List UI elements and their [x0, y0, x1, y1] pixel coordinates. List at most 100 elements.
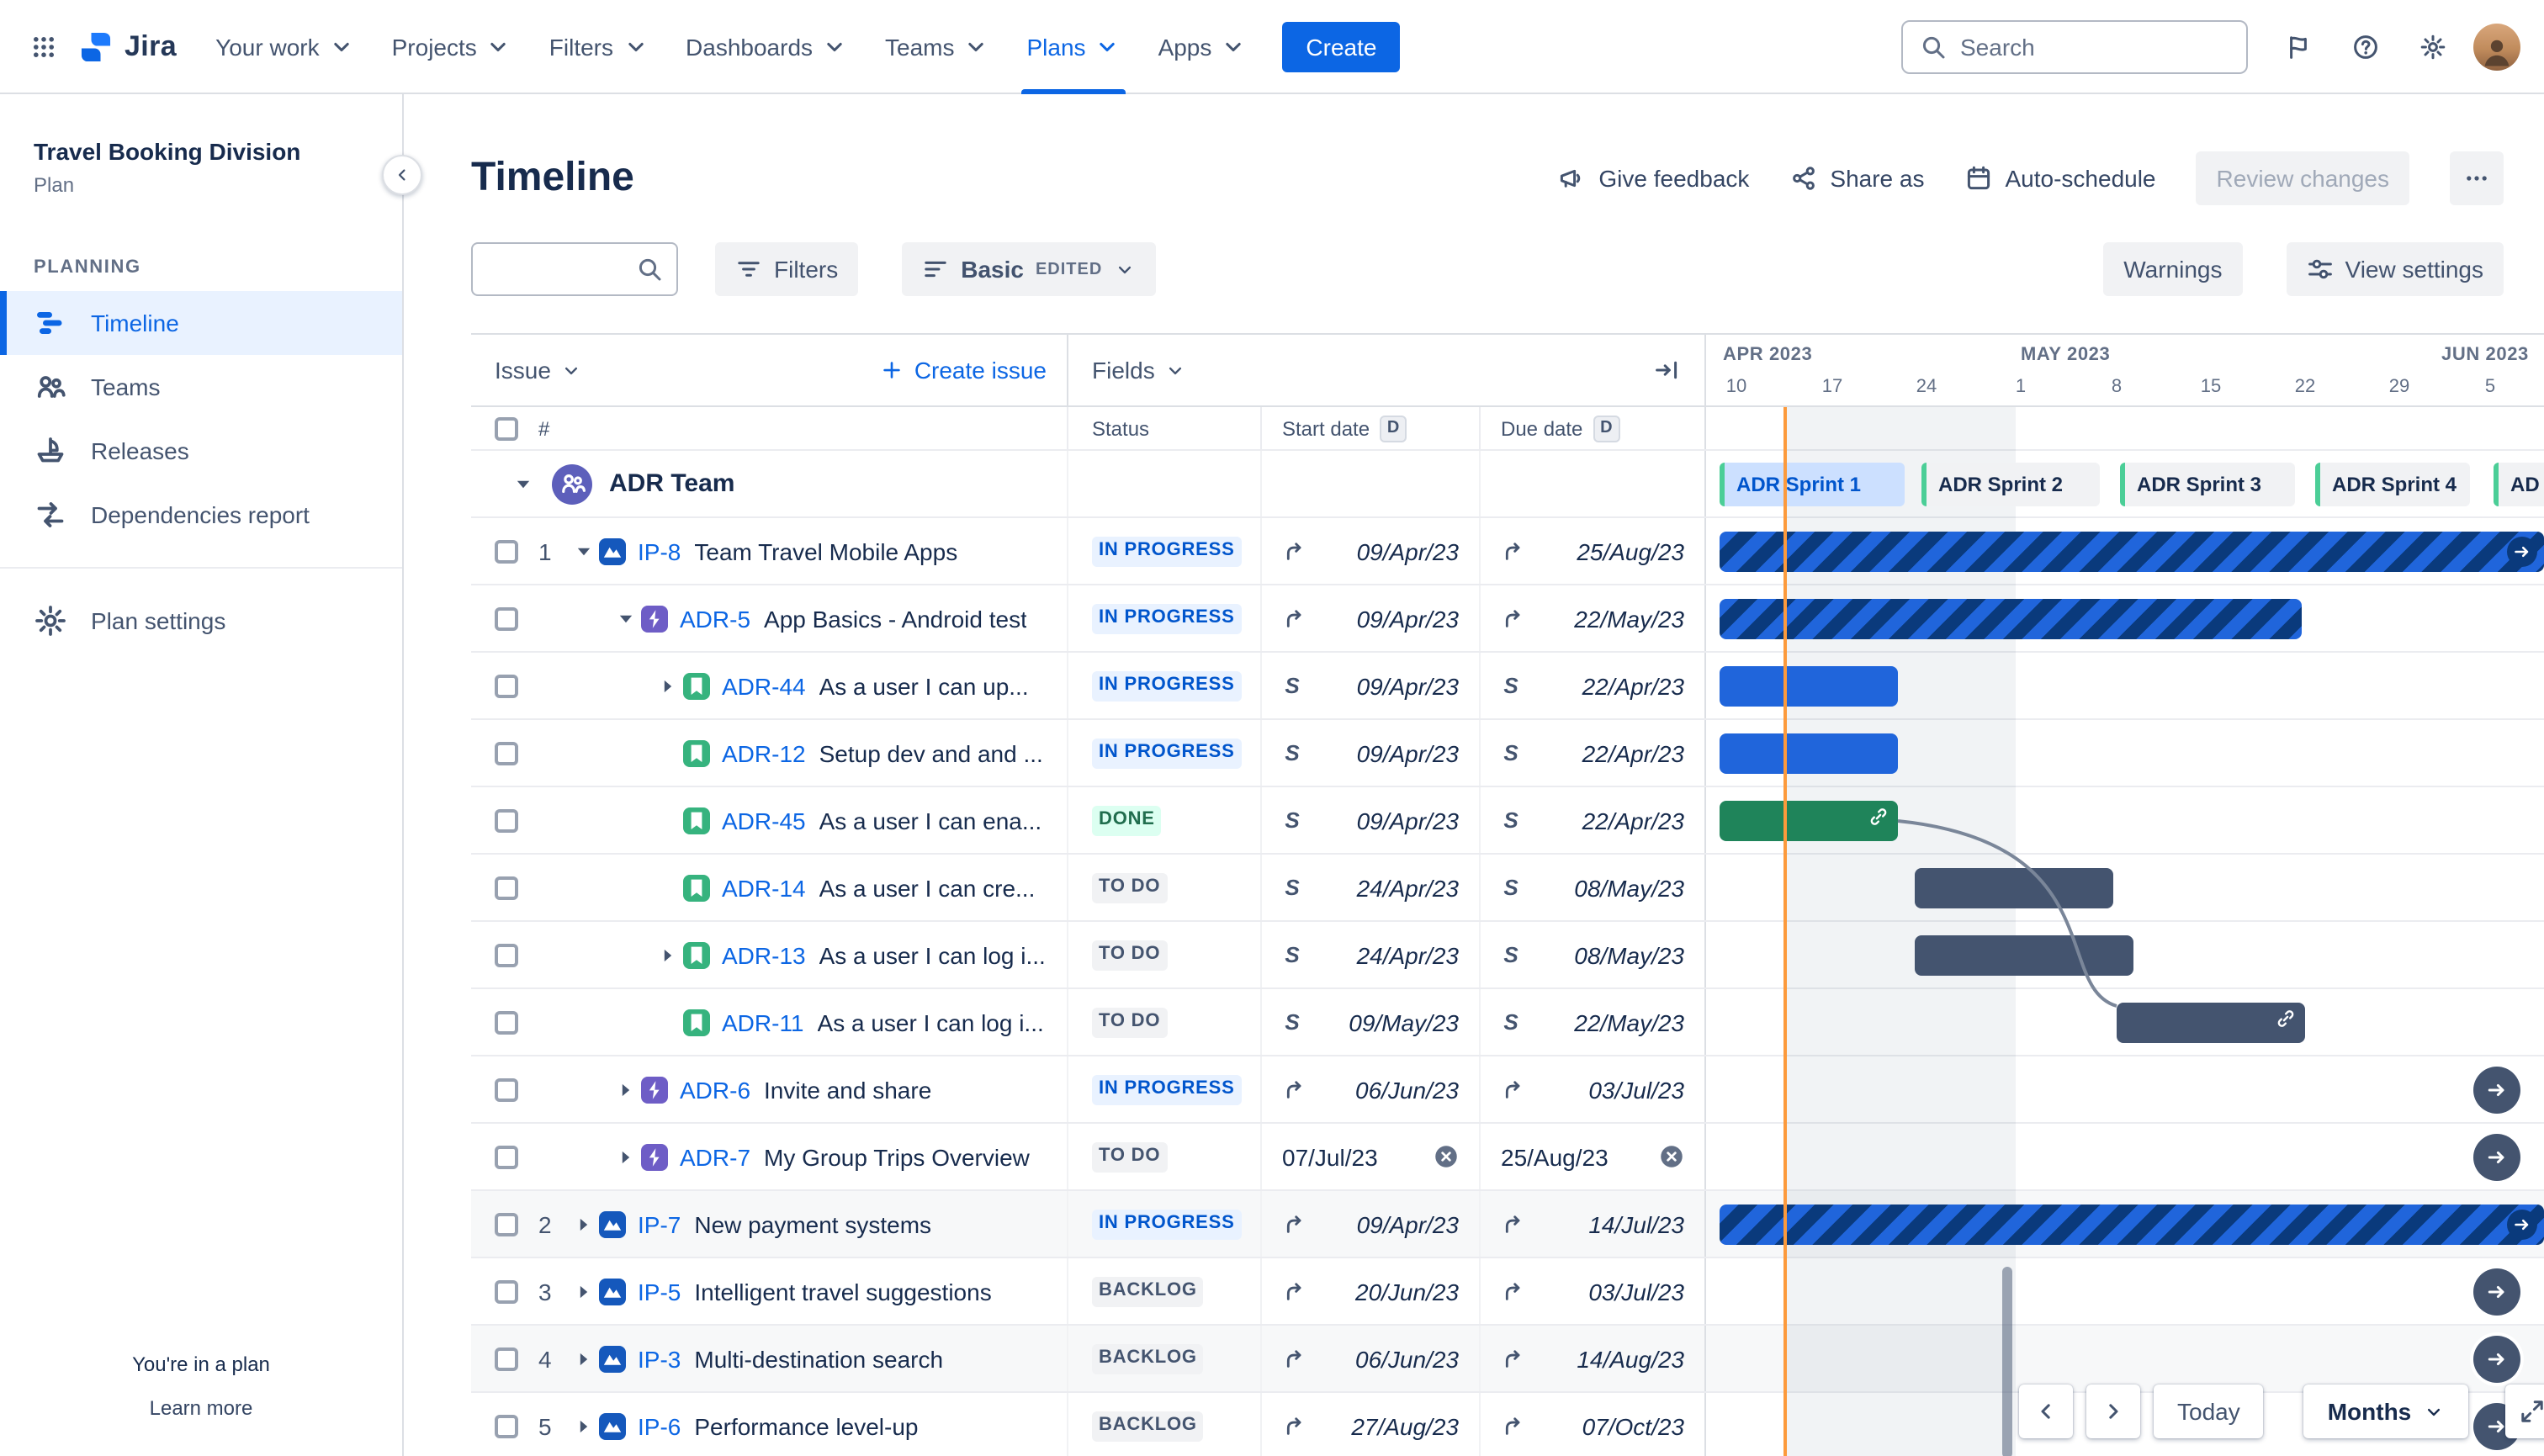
app-switcher-button[interactable]: [17, 19, 71, 73]
timeline-bar[interactable]: [1915, 868, 2113, 908]
row-checkbox[interactable]: [495, 943, 518, 966]
zoom-select[interactable]: Months: [2303, 1385, 2469, 1438]
row-checkbox[interactable]: [495, 1212, 518, 1236]
sidebar-item-releases[interactable]: Releases: [0, 418, 402, 482]
select-all-checkbox[interactable]: [495, 416, 518, 440]
issue-key-link[interactable]: IP-5: [638, 1278, 681, 1305]
row-checkbox[interactable]: [495, 876, 518, 899]
sprint-bar[interactable]: ADR Sprint 4: [2315, 463, 2470, 506]
timeline-scrollbar[interactable]: [2002, 1267, 2012, 1456]
offscreen-bar-indicator[interactable]: [2473, 1336, 2520, 1383]
sprint-bar[interactable]: ADR Sprint 1: [1720, 463, 1905, 506]
jira-logo[interactable]: Jira: [77, 28, 177, 65]
caret-right-icon[interactable]: [569, 1212, 599, 1236]
fields-header-label[interactable]: Fields: [1092, 357, 1155, 384]
offscreen-bar-indicator[interactable]: [2473, 1067, 2520, 1114]
share-as-button[interactable]: Share as: [1789, 165, 1925, 192]
more-actions-button[interactable]: [2450, 151, 2504, 205]
caret-right-icon[interactable]: [569, 1347, 599, 1370]
row-checkbox[interactable]: [495, 1145, 518, 1168]
caret-right-icon[interactable]: [569, 1279, 599, 1303]
today-button[interactable]: Today: [2154, 1385, 2264, 1438]
row-checkbox[interactable]: [495, 1347, 518, 1370]
sidebar-item-dependencies-report[interactable]: Dependencies report: [0, 482, 402, 546]
offscreen-bar-indicator[interactable]: [2473, 1268, 2520, 1316]
clear-date-icon[interactable]: [1434, 1144, 1459, 1169]
sidebar-collapse-button[interactable]: [382, 155, 422, 195]
global-search[interactable]: [1901, 19, 2248, 73]
timeline-bar[interactable]: [1720, 599, 2302, 639]
global-search-input[interactable]: [1960, 33, 2229, 60]
timeline-bar[interactable]: [1915, 935, 2133, 976]
offscreen-bar-indicator[interactable]: [2473, 1134, 2520, 1181]
issue-key-link[interactable]: ADR-45: [722, 807, 806, 834]
issue-key-link[interactable]: IP-3: [638, 1345, 681, 1372]
auto-schedule-button[interactable]: Auto-schedule: [1965, 165, 2156, 192]
warnings-button[interactable]: Warnings: [2103, 242, 2243, 296]
issue-key-link[interactable]: ADR-12: [722, 739, 806, 766]
timeline-bar[interactable]: [1720, 1205, 2544, 1245]
plan-search[interactable]: [471, 242, 678, 296]
issue-key-link[interactable]: IP-8: [638, 537, 681, 564]
view-settings-button[interactable]: View settings: [2286, 242, 2504, 296]
row-checkbox[interactable]: [495, 539, 518, 563]
help-button[interactable]: [2339, 19, 2393, 73]
issue-key-link[interactable]: ADR-11: [722, 1009, 804, 1035]
user-avatar[interactable]: [2473, 23, 2520, 70]
learn-more-link[interactable]: Learn more: [0, 1396, 402, 1420]
issue-key-link[interactable]: ADR-5: [680, 605, 750, 632]
sprint-bar[interactable]: ADR Sprint 3: [2120, 463, 2295, 506]
view-selector-button[interactable]: Basic EDITED: [902, 242, 1157, 296]
sprint-bar[interactable]: AD: [2494, 463, 2544, 506]
plan-search-input[interactable]: [486, 256, 636, 283]
timeline-prev-button[interactable]: [2019, 1385, 2073, 1438]
sidebar-item-timeline[interactable]: Timeline: [0, 290, 402, 354]
nav-item-projects[interactable]: Projects: [374, 0, 531, 93]
nav-item-apps[interactable]: Apps: [1140, 0, 1266, 93]
clear-date-icon[interactable]: [1659, 1144, 1684, 1169]
sprint-bar[interactable]: ADR Sprint 2: [1921, 463, 2100, 506]
caret-down-icon[interactable]: [508, 472, 538, 495]
nav-item-filters[interactable]: Filters: [531, 0, 667, 93]
settings-button[interactable]: [2406, 19, 2460, 73]
timeline-bar[interactable]: [2117, 1003, 2305, 1043]
nav-item-dashboards[interactable]: Dashboards: [667, 0, 867, 93]
caret-right-icon[interactable]: [611, 1077, 641, 1101]
issue-key-link[interactable]: ADR-7: [680, 1143, 750, 1170]
timeline-bar[interactable]: [1720, 733, 1898, 774]
caret-down-icon[interactable]: [569, 539, 599, 563]
notifications-button[interactable]: [2271, 19, 2325, 73]
row-checkbox[interactable]: [495, 1010, 518, 1034]
filters-button[interactable]: Filters: [715, 242, 859, 296]
caret-right-icon[interactable]: [653, 674, 683, 697]
timeline-bar[interactable]: [1720, 666, 1898, 707]
issue-key-link[interactable]: ADR-13: [722, 941, 806, 968]
row-checkbox[interactable]: [495, 1414, 518, 1437]
row-checkbox[interactable]: [495, 674, 518, 697]
sidebar-item-plan-settings[interactable]: Plan settings: [0, 588, 402, 652]
timeline-bar[interactable]: [1720, 532, 2544, 572]
create-button[interactable]: Create: [1282, 21, 1401, 71]
row-checkbox[interactable]: [495, 808, 518, 832]
review-changes-button[interactable]: Review changes: [2196, 151, 2409, 205]
issue-key-link[interactable]: IP-7: [638, 1210, 681, 1237]
sidebar-item-teams[interactable]: Teams: [0, 354, 402, 418]
timeline-bar[interactable]: [1720, 801, 1898, 841]
nav-item-plans[interactable]: Plans: [1009, 0, 1140, 93]
nav-item-teams[interactable]: Teams: [867, 0, 1008, 93]
issue-key-link[interactable]: ADR-14: [722, 874, 806, 901]
issue-key-link[interactable]: ADR-6: [680, 1076, 750, 1103]
caret-right-icon[interactable]: [611, 1145, 641, 1168]
issue-header-label[interactable]: Issue: [495, 357, 551, 384]
row-checkbox[interactable]: [495, 1279, 518, 1303]
row-checkbox[interactable]: [495, 741, 518, 765]
create-issue-button[interactable]: Create issue: [881, 357, 1047, 384]
issue-key-link[interactable]: IP-6: [638, 1412, 681, 1439]
fullscreen-button[interactable]: [2505, 1385, 2544, 1438]
timeline-next-button[interactable]: [2086, 1385, 2140, 1438]
nav-item-your-work[interactable]: Your work: [197, 0, 374, 93]
caret-right-icon[interactable]: [569, 1414, 599, 1437]
caret-right-icon[interactable]: [653, 943, 683, 966]
caret-down-icon[interactable]: [611, 606, 641, 630]
issue-key-link[interactable]: ADR-44: [722, 672, 806, 699]
